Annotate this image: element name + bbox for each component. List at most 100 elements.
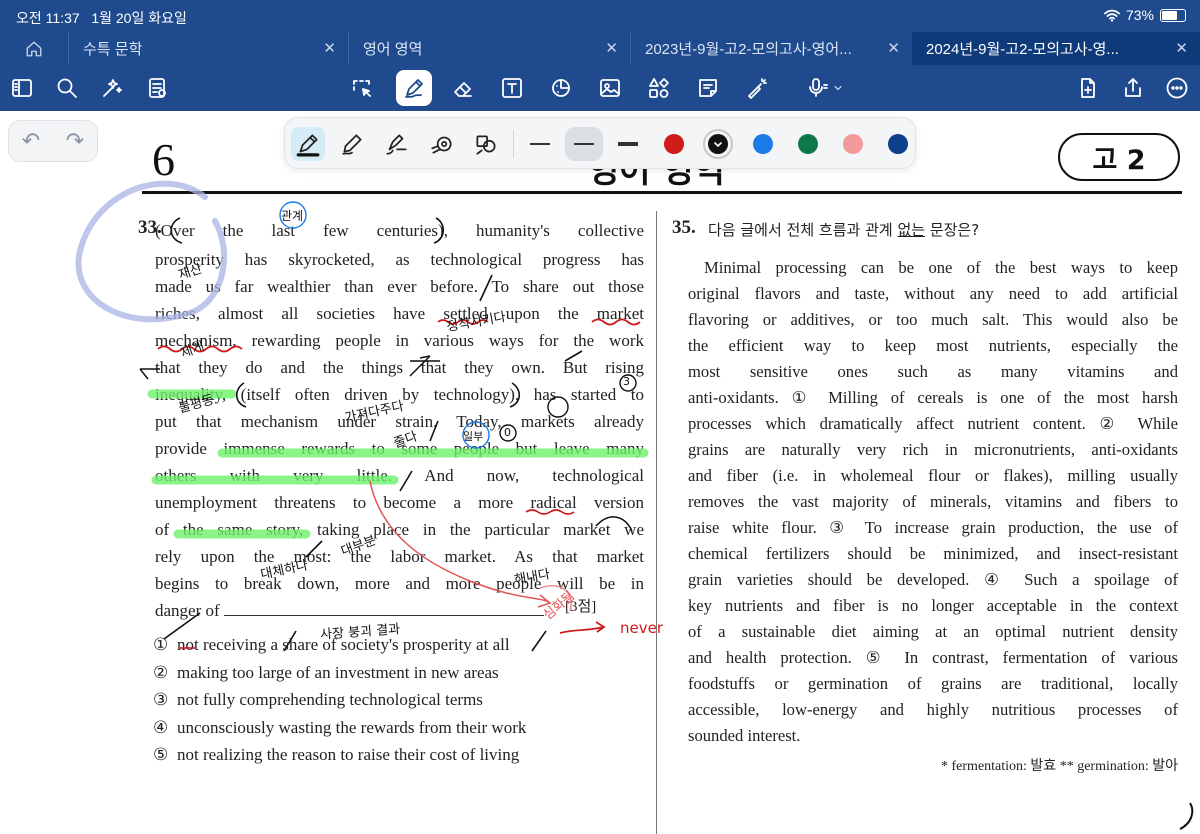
passage-line: most sensitive ones such as many vitamin…: [688, 362, 1178, 381]
passage-line: unemployment threatens to become a more …: [155, 493, 644, 512]
chevron-down-icon: [834, 86, 842, 90]
passage-line: put that mechanism under strain. Today, …: [155, 412, 644, 431]
passage-line: flavoring or additives, or too much salt…: [688, 310, 1178, 329]
tab-item-active[interactable]: 2024년-9월-고2-모의고사-영... ✕: [912, 32, 1200, 65]
close-icon[interactable]: ✕: [1175, 39, 1188, 57]
thickness-medium[interactable]: [565, 127, 603, 161]
color-swatch-red[interactable]: [664, 134, 684, 154]
close-icon[interactable]: ✕: [323, 39, 336, 57]
tab-label: 2024년-9월-고2-모의고사-영...: [926, 41, 1119, 58]
answer-option[interactable]: ③ not fully comprehending technological t…: [153, 689, 483, 711]
tab-item[interactable]: 2023년-9월-고2-모의고사-영어... ✕: [630, 32, 912, 65]
ball-pen-icon[interactable]: [335, 127, 369, 161]
brush-pen-icon[interactable]: [379, 127, 413, 161]
passage-line: mechanism, rewarding people in various w…: [155, 331, 644, 350]
battery-percent: 73%: [1125, 7, 1154, 23]
passage-line: grains are naturally very rich in micron…: [688, 440, 1178, 459]
add-page-icon[interactable]: [1074, 74, 1102, 102]
image-icon[interactable]: [596, 74, 624, 102]
share-icon[interactable]: [1119, 74, 1147, 102]
color-swatch-blue[interactable]: [753, 134, 773, 154]
shape-pen-icon[interactable]: [469, 127, 503, 161]
wifi-icon: [1104, 9, 1120, 22]
passage-line: grain varieties should be developed. ④ S…: [688, 570, 1178, 589]
pen-icon[interactable]: [396, 70, 432, 106]
passage-line: others with very little. And now, techno…: [155, 466, 644, 485]
ai-sparkle-icon[interactable]: [98, 74, 126, 102]
pen-palette: [284, 117, 916, 169]
fountain-pen-icon[interactable]: [291, 127, 325, 161]
lasso-icon[interactable]: [348, 74, 376, 102]
page-number: 6: [152, 134, 175, 185]
arrow-head: [595, 621, 606, 633]
undo-icon[interactable]: ↶: [22, 128, 40, 154]
color-swatch-green[interactable]: [798, 134, 818, 154]
arrow-stroke: [559, 626, 604, 634]
passage-line: key nutrients and fiber is no longer acc…: [688, 596, 1178, 615]
header-rule: [142, 191, 1182, 194]
answer-option[interactable]: ① not receiving a share of society's pros…: [153, 634, 510, 656]
passage-line: of the same story, taking place in the p…: [155, 520, 644, 539]
passage-line: original flavors and taste, without any …: [688, 284, 1178, 303]
q35-number: 35.: [672, 217, 696, 238]
highlighter-round-icon[interactable]: [425, 127, 459, 161]
palette-divider: [513, 130, 514, 158]
answer-option[interactable]: ② making too large of an investment in ne…: [153, 662, 499, 684]
close-icon[interactable]: ✕: [887, 39, 900, 57]
passage-line: Minimal processing can be one of the bes…: [704, 258, 1178, 277]
battery-icon: [1160, 8, 1186, 22]
answer-blank: [223, 602, 544, 616]
q35-prompt: 다음 글에서 전체 흐름과 관계 없는 문장은?: [708, 221, 980, 239]
passage-line: rely upon the most: the labor market. As…: [155, 547, 644, 566]
search-icon[interactable]: [53, 74, 81, 102]
status-time: 오전 11:37: [16, 10, 80, 26]
tab-item[interactable]: 영어 영역 ✕: [348, 32, 630, 65]
redo-icon[interactable]: ↷: [66, 128, 84, 154]
eraser-icon[interactable]: [449, 74, 477, 102]
passage-line: begins to break down, more and more peop…: [155, 574, 644, 593]
passage-line: raise white flour. ③ To increase grain p…: [688, 518, 1178, 537]
home-button[interactable]: [0, 32, 68, 65]
text-box-icon[interactable]: [498, 74, 526, 102]
shapes-icon[interactable]: [547, 74, 575, 102]
passage-line: the efficient way to keep most nutrients…: [688, 336, 1178, 355]
ink-stroke: [1179, 802, 1194, 830]
tab-item[interactable]: 수특 문학 ✕: [68, 32, 348, 65]
status-time-date: 오전 11:37 1월 20일 화요일: [16, 8, 187, 28]
status-bar: 오전 11:37 1월 20일 화요일 73%: [0, 0, 1200, 32]
close-icon[interactable]: ✕: [605, 39, 618, 57]
answer-option[interactable]: ④ unconsciously wasting the rewards from …: [153, 717, 526, 739]
passage-line: made us far wealthier than ever before. …: [155, 277, 644, 296]
main-toolbar: [0, 65, 1200, 111]
sidebar-icon[interactable]: [8, 74, 36, 102]
microphone-icon[interactable]: [804, 74, 848, 102]
passage-line: that they do and the things that they ow…: [155, 358, 644, 377]
grade-badge: 고 2: [1058, 133, 1180, 181]
slash-stroke: [531, 630, 547, 652]
passage-line: inequality, (itself often driven by tech…: [155, 385, 644, 404]
color-swatch-black[interactable]: [703, 129, 733, 159]
passage-line: of a sustainable diet aiming at an optim…: [688, 622, 1178, 641]
document-list-icon[interactable]: [143, 74, 171, 102]
passage-line: foodstuffs or germination of grains are …: [688, 674, 1178, 693]
color-swatch-navy[interactable]: [888, 134, 908, 154]
points-label: [3점]: [565, 599, 597, 615]
home-icon: [26, 41, 42, 56]
answer-option[interactable]: ⑤ not realizing the reason to raise their…: [153, 744, 519, 766]
tab-label: 수특 문학: [83, 41, 143, 58]
color-swatch-pink[interactable]: [843, 134, 863, 154]
thickness-thin[interactable]: [521, 127, 559, 161]
thickness-thick[interactable]: [609, 127, 647, 161]
passage-line: anti-oxidants. ① Milling of cereals is o…: [688, 388, 1178, 407]
sticky-note-icon[interactable]: [694, 74, 722, 102]
status-indicators: 73%: [1104, 7, 1186, 23]
document-page[interactable]: ↶ ↷ 6 영어 영역 고 2 33. (Over the last few c…: [0, 111, 1200, 834]
status-date: 1월 20일 화요일: [91, 10, 187, 26]
laser-pointer-icon[interactable]: [743, 74, 771, 102]
more-icon[interactable]: [1163, 74, 1191, 102]
tab-label: 영어 영역: [363, 41, 423, 58]
passage-line: and fiber (i.e. in wholemeal flour or fl…: [688, 466, 1178, 485]
tab-bar: 수특 문학 ✕ 영어 영역 ✕ 2023년-9월-고2-모의고사-영어... ✕…: [0, 32, 1200, 65]
passage-line: provide immense rewards to some people b…: [155, 439, 644, 458]
elements-icon[interactable]: [645, 74, 673, 102]
